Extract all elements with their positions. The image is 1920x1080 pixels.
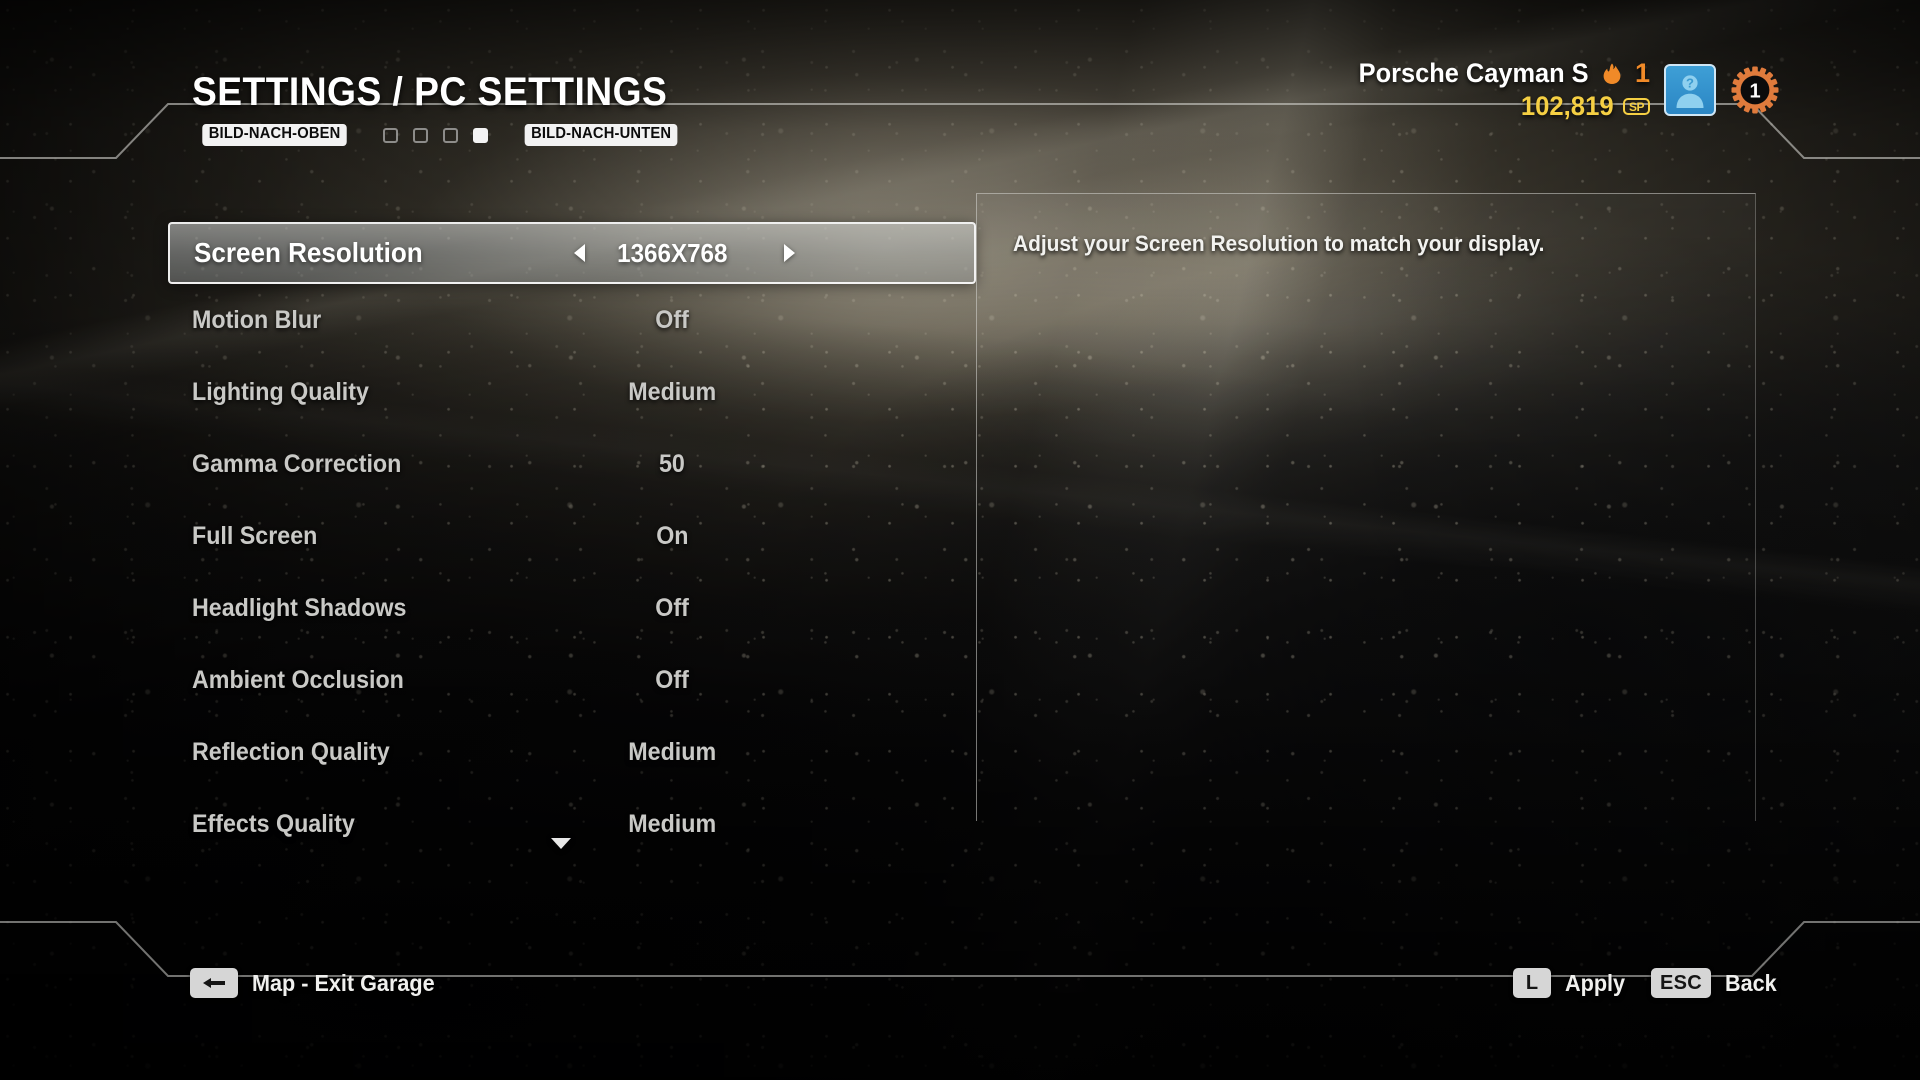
settings-row-label: Ambient Occlusion <box>192 665 404 694</box>
tab-dot-3[interactable] <box>443 127 459 143</box>
tab-dot-4-active[interactable] <box>473 127 489 143</box>
hud-car-row: Porsche Cayman S 1 <box>1344 58 1650 89</box>
settings-row-lighting-quality[interactable]: Lighting Quality Medium <box>168 356 976 428</box>
tab-dot-1[interactable] <box>383 127 399 143</box>
page-up-key-hint[interactable]: BILD-NACH-OBEN <box>202 124 347 146</box>
hint-label: Map - Exit Garage <box>252 969 435 996</box>
settings-row-value: Medium <box>628 737 716 766</box>
settings-row-headlight-shadows[interactable]: Headlight Shadows Off <box>168 572 976 644</box>
footer-right-hints: L Apply ESC Back <box>1513 968 1780 998</box>
flame-icon <box>1603 63 1621 84</box>
settings-row-full-screen[interactable]: Full Screen On <box>168 500 976 572</box>
gear-icon: 1 <box>1731 66 1779 114</box>
settings-row-screen-resolution[interactable]: Screen Resolution 1366X768 <box>168 222 976 284</box>
settings-row-value: Medium <box>628 809 716 838</box>
svg-text:?: ? <box>1686 76 1694 91</box>
tab-strip: BILD-NACH-OBEN BILD-NACH-UNTEN <box>196 124 685 146</box>
hud-text-block: Porsche Cayman S 1 102,819 SP <box>1344 58 1650 122</box>
key-esc[interactable]: ESC <box>1650 968 1712 998</box>
heat-level-value: 1 <box>1634 58 1650 88</box>
player-hud: Porsche Cayman S 1 102,819 SP ? 1 <box>1344 58 1780 122</box>
avatar[interactable]: ? <box>1664 64 1716 116</box>
settings-row-label: Motion Blur <box>192 305 322 334</box>
page-title: SETTINGS / PC SETTINGS <box>192 70 668 114</box>
level-badge-value: 1 <box>1749 81 1760 103</box>
settings-row-value: On <box>655 521 689 550</box>
settings-row-value: Off <box>655 593 689 622</box>
settings-row-effects-quality[interactable]: Effects Quality Medium <box>168 788 976 860</box>
hint-label: Apply <box>1565 969 1626 996</box>
settings-row-reflection-quality[interactable]: Reflection Quality Medium <box>168 716 976 788</box>
tab-dot-2[interactable] <box>413 127 429 143</box>
left-arrow-icon <box>203 978 225 988</box>
tab-indicator-dots <box>383 127 489 143</box>
settings-row-ambient-occlusion[interactable]: Ambient Occlusion Off <box>168 644 976 716</box>
page-down-key-hint[interactable]: BILD-NACH-UNTEN <box>524 124 678 146</box>
chevron-down-icon[interactable] <box>551 838 571 849</box>
settings-row-label: Headlight Shadows <box>192 593 407 622</box>
description-text: Adjust your Screen Resolution to match y… <box>1013 231 1545 256</box>
value-increment-arrow-icon[interactable] <box>784 244 795 262</box>
settings-row-value: 1366X768 <box>616 237 728 268</box>
settings-row-gamma-correction[interactable]: Gamma Correction 50 <box>168 428 976 500</box>
settings-row-motion-blur[interactable]: Motion Blur Off <box>168 284 976 356</box>
settings-row-label: Full Screen <box>192 521 318 550</box>
unknown-player-avatar-icon: ? <box>1676 75 1704 108</box>
currency-badge: SP <box>1622 98 1650 115</box>
hint-back[interactable]: ESC Back <box>1650 968 1780 998</box>
settings-row-label: Lighting Quality <box>192 377 369 406</box>
hint-apply[interactable]: L Apply <box>1513 968 1629 998</box>
backspace-key-icon[interactable] <box>190 968 238 998</box>
hint-map-exit-garage[interactable]: Map - Exit Garage <box>190 968 446 998</box>
value-decrement-arrow-icon[interactable] <box>574 244 585 262</box>
settings-list: Screen Resolution 1366X768 Motion Blur O… <box>168 222 976 860</box>
car-name-label: Porsche Cayman S <box>1359 58 1589 88</box>
settings-row-value: 50 <box>659 449 685 478</box>
currency-value: 102,819 <box>1521 91 1614 121</box>
settings-row-label: Effects Quality <box>192 809 355 838</box>
level-badge[interactable]: 1 <box>1730 65 1780 115</box>
settings-row-value: Off <box>655 665 689 694</box>
footer-left-hints: Map - Exit Garage <box>190 968 446 998</box>
settings-row-label: Reflection Quality <box>192 737 390 766</box>
settings-row-label: Screen Resolution <box>194 237 423 268</box>
description-panel: Adjust your Screen Resolution to match y… <box>976 193 1756 821</box>
hint-label: Back <box>1725 969 1777 996</box>
settings-row-value: Off <box>655 305 689 334</box>
settings-row-value: Medium <box>628 377 716 406</box>
hud-currency-row: 102,819 SP <box>1516 91 1650 122</box>
key-l[interactable]: L <box>1513 968 1552 998</box>
settings-row-label: Gamma Correction <box>192 449 402 478</box>
